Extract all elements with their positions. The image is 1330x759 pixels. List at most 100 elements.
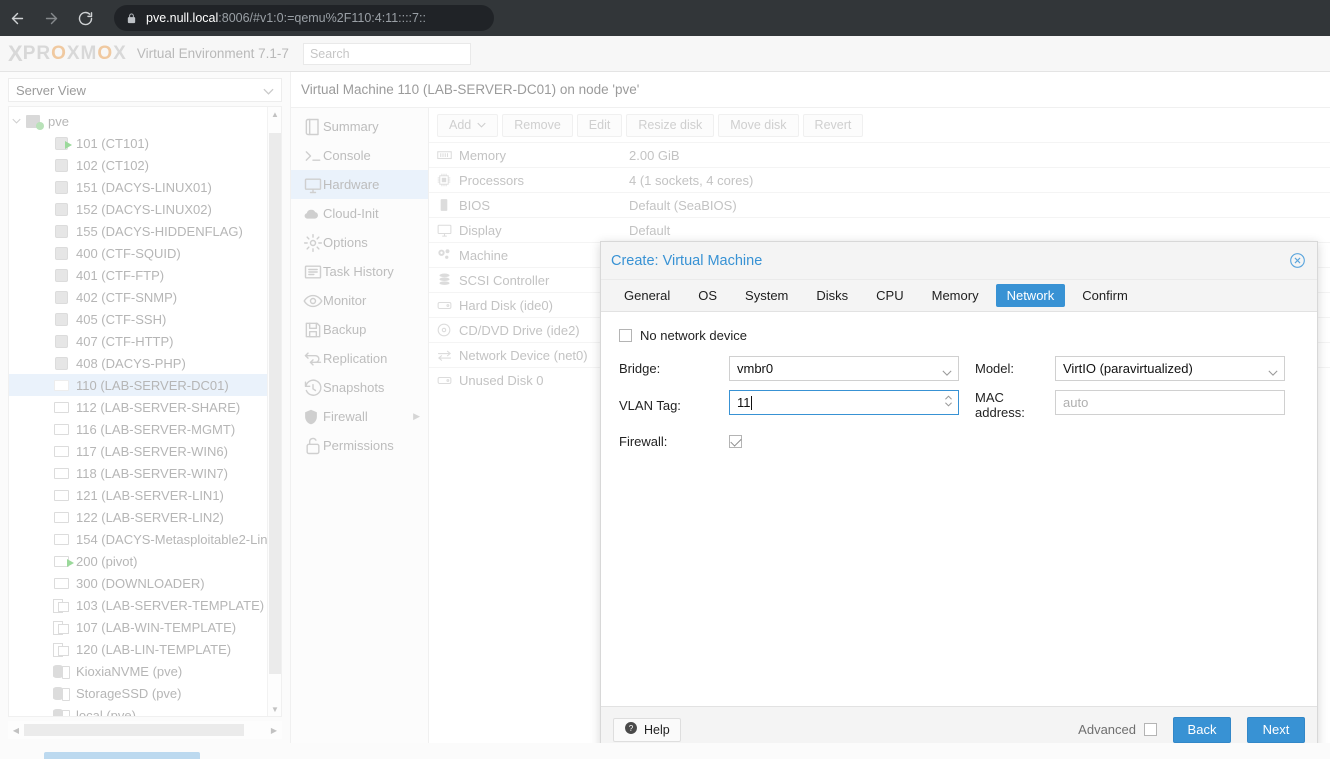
resize-disk-button[interactable]: Resize disk xyxy=(626,113,715,137)
tree-item[interactable]: 121 (LAB-SERVER-LIN1) xyxy=(9,484,281,506)
tab-general[interactable]: General xyxy=(613,284,681,307)
tree-item[interactable]: 407 (CTF-HTTP) xyxy=(9,330,281,352)
tab-confirm[interactable]: Confirm xyxy=(1071,284,1139,307)
tree-item[interactable]: 116 (LAB-SERVER-MGMT) xyxy=(9,418,281,440)
firewall-field[interactable] xyxy=(729,429,959,454)
nav-item-firewall[interactable]: Firewall ▶ xyxy=(291,402,428,431)
back-button[interactable] xyxy=(0,0,34,36)
url-path: :8006/#v1:0:=qemu%2F110:4:11::::7:: xyxy=(218,11,426,25)
search-input[interactable]: Search xyxy=(302,42,471,65)
scroll-up-arrow-icon[interactable]: ▲ xyxy=(268,107,281,121)
hardware-row[interactable]: Processors 4 (1 sockets, 4 cores) xyxy=(429,167,1330,192)
back-button[interactable]: Back xyxy=(1173,716,1231,743)
tab-memory[interactable]: Memory xyxy=(921,284,990,307)
tree-item[interactable]: local (pve) xyxy=(9,704,281,716)
nav-item-summary[interactable]: Summary xyxy=(291,112,428,141)
tree-item-label: 401 (CTF-FTP) xyxy=(76,267,165,283)
move-disk-button[interactable]: Move disk xyxy=(718,113,799,137)
tree-item[interactable]: 117 (LAB-SERVER-WIN6) xyxy=(9,440,281,462)
vlan-tag-field[interactable]: 11 xyxy=(729,390,959,420)
advanced-checkbox[interactable] xyxy=(1144,723,1157,736)
tree-item[interactable]: 101 (CT101) xyxy=(9,132,281,154)
nav-item-label: Cloud-Init xyxy=(323,206,379,221)
nav-item-task-history[interactable]: Task History xyxy=(291,257,428,286)
tab-cpu[interactable]: CPU xyxy=(865,284,914,307)
tree-vertical-scrollbar[interactable]: ▲ ▼ xyxy=(267,107,281,716)
tree-item[interactable]: 103 (LAB-SERVER-TEMPLATE) xyxy=(9,594,281,616)
tree-item[interactable]: 408 (DACYS-PHP) xyxy=(9,352,281,374)
address-bar[interactable]: pve.null.local:8006/#v1:0:=qemu%2F110:4:… xyxy=(114,5,494,31)
tree-item[interactable]: 107 (LAB-WIN-TEMPLATE) xyxy=(9,616,281,638)
nav-item-options[interactable]: Options xyxy=(291,228,428,257)
model-field[interactable]: VirtIO (paravirtualized) xyxy=(1055,356,1285,381)
hardware-key: Processors xyxy=(459,172,525,188)
tree-item[interactable]: 405 (CTF-SSH) xyxy=(9,308,281,330)
tree-horizontal-scrollbar[interactable]: ◀ ▶ xyxy=(8,721,282,739)
forward-button[interactable] xyxy=(34,0,68,36)
tree-item[interactable]: 122 (LAB-SERVER-LIN2) xyxy=(9,506,281,528)
nav-item-backup[interactable]: Backup xyxy=(291,315,428,344)
tab-disks[interactable]: Disks xyxy=(805,284,859,307)
tree-item[interactable]: KioxiaNVME (pve) xyxy=(9,660,281,682)
nav-item-snapshots[interactable]: Snapshots xyxy=(291,373,428,402)
hardware-row[interactable]: BIOS Default (SeaBIOS) xyxy=(429,192,1330,217)
template-icon xyxy=(51,598,71,613)
tree-item[interactable]: 120 (LAB-LIN-TEMPLATE) xyxy=(9,638,281,660)
next-button[interactable]: Next xyxy=(1247,716,1305,743)
tree-item[interactable]: StorageSSD (pve) xyxy=(9,682,281,704)
bridge-field[interactable]: vmbr0 xyxy=(729,356,959,381)
hardware-row[interactable]: Display Default xyxy=(429,217,1330,242)
view-selector[interactable]: Server View xyxy=(8,78,282,102)
edit-button[interactable]: Edit xyxy=(576,113,623,137)
number-stepper[interactable] xyxy=(944,394,953,409)
tree-item[interactable]: 400 (CTF-SQUID) xyxy=(9,242,281,264)
chevron-down-icon[interactable] xyxy=(9,118,23,124)
tree-item[interactable]: 155 (DACYS-HIDDENFLAG) xyxy=(9,220,281,242)
remove-button[interactable]: Remove xyxy=(502,113,573,137)
tab-system[interactable]: System xyxy=(734,284,799,307)
tree-hscroll-thumb[interactable] xyxy=(24,724,244,736)
tab-os[interactable]: OS xyxy=(687,284,728,307)
help-button[interactable]: ? Help xyxy=(613,717,681,742)
tree-item[interactable]: 300 (DOWNLOADER) xyxy=(9,572,281,594)
taskbar-window-chip[interactable] xyxy=(44,752,200,759)
no-network-device-row[interactable]: No network device xyxy=(619,328,1299,343)
reload-button[interactable] xyxy=(68,0,102,36)
nav-item-monitor[interactable]: Monitor xyxy=(291,286,428,315)
nav-item-cloud-init[interactable]: Cloud-Init xyxy=(291,199,428,228)
vlan-tag-input[interactable]: 11 xyxy=(729,390,959,415)
tree-scroll-thumb[interactable] xyxy=(269,133,281,674)
tree-item[interactable]: 402 (CTF-SNMP) xyxy=(9,286,281,308)
tree-item[interactable]: 200 (pivot) xyxy=(9,550,281,572)
nav-item-permissions[interactable]: Permissions xyxy=(291,431,428,460)
tab-network[interactable]: Network xyxy=(995,284,1066,307)
no-network-device-checkbox[interactable] xyxy=(619,329,632,342)
bridge-value[interactable]: vmbr0 xyxy=(729,356,959,381)
tree-item[interactable]: pve xyxy=(9,110,281,132)
model-value[interactable]: VirtIO (paravirtualized) xyxy=(1055,356,1285,381)
scroll-right-arrow-icon[interactable]: ▶ xyxy=(266,726,282,735)
nav-item-console[interactable]: Console xyxy=(291,141,428,170)
revert-button[interactable]: Revert xyxy=(802,113,864,137)
scroll-down-arrow-icon[interactable]: ▼ xyxy=(268,702,281,716)
mac-address-field[interactable]: auto xyxy=(1055,390,1285,420)
nav-item-replication[interactable]: Replication xyxy=(291,344,428,373)
nav-item-hardware[interactable]: Hardware xyxy=(291,170,428,199)
tree-item[interactable]: 112 (LAB-SERVER-SHARE) xyxy=(9,396,281,418)
tree-item[interactable]: 152 (DACYS-LINUX02) xyxy=(9,198,281,220)
tree-item[interactable]: 102 (CT102) xyxy=(9,154,281,176)
nav-item-label: Console xyxy=(323,148,371,163)
hardware-row[interactable]: Memory 2.00 GiB xyxy=(429,142,1330,167)
tree-item[interactable]: 154 (DACYS-Metasploitable2-Lin xyxy=(9,528,281,550)
mac-address-input[interactable]: auto xyxy=(1055,390,1285,415)
tree-item[interactable]: 401 (CTF-FTP) xyxy=(9,264,281,286)
tree-item[interactable]: 118 (LAB-SERVER-WIN7) xyxy=(9,462,281,484)
tree-item[interactable]: 110 (LAB-SERVER-DC01) xyxy=(9,374,281,396)
close-circle-icon[interactable] xyxy=(1287,251,1307,271)
scroll-left-arrow-icon[interactable]: ◀ xyxy=(8,726,24,735)
firewall-checkbox[interactable] xyxy=(729,435,742,448)
hardware-key: Display xyxy=(459,222,502,238)
add-button[interactable]: Add xyxy=(437,113,499,137)
tree-item[interactable]: 151 (DACYS-LINUX01) xyxy=(9,176,281,198)
vlan-tag-value: 11 xyxy=(737,395,751,410)
